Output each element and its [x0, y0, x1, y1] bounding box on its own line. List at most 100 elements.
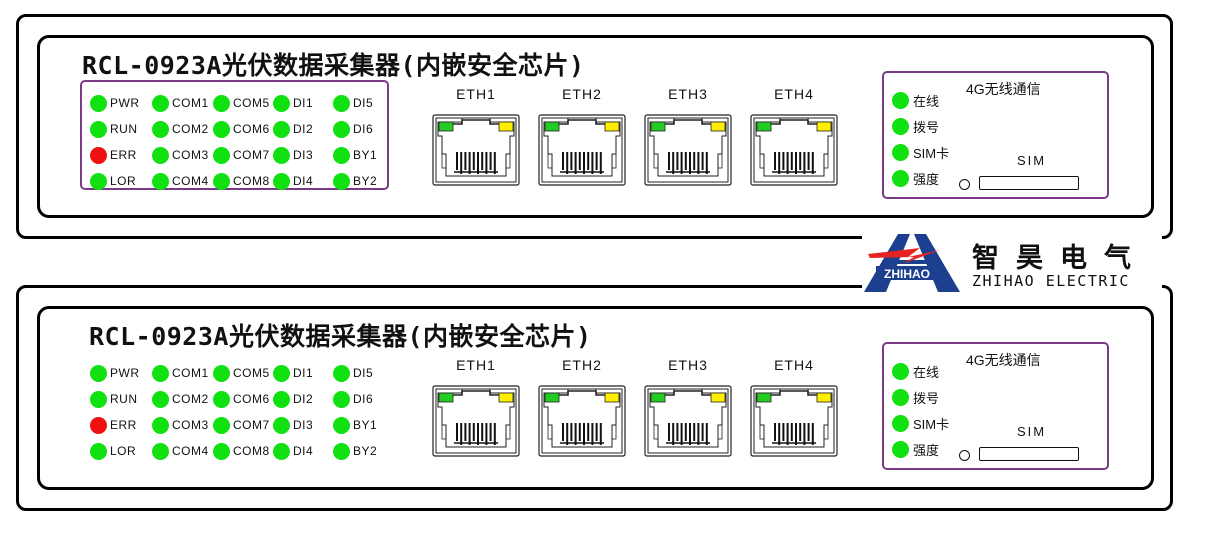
- status-led-com1: COM1: [152, 90, 213, 116]
- status-led-di1: DI1: [273, 360, 333, 386]
- led-label: LOR: [110, 444, 137, 458]
- logo-mark-text: ZHIHAO: [884, 267, 930, 281]
- status-led-di4: DI4: [273, 168, 333, 194]
- status-led-panel: PWR COM1 COM5 DI1 DI5 RUN COM2 COM6 DI2 DI6 ERR COM…: [80, 80, 389, 190]
- led-label: COM1: [172, 96, 209, 110]
- led-label: COM4: [172, 444, 209, 458]
- led-indicator-icon: [273, 94, 290, 112]
- led-indicator-icon: [273, 364, 290, 382]
- status-led-di4: DI4: [273, 438, 333, 464]
- ethernet-port-label: ETH2: [562, 86, 602, 102]
- wireless-led-item: 拨号: [892, 384, 949, 410]
- led-indicator-icon: [892, 117, 909, 135]
- led-indicator-icon: [273, 390, 290, 408]
- led-label: RUN: [110, 122, 138, 136]
- wireless-led-label: 在线: [913, 93, 940, 109]
- status-led-com3: COM3: [152, 142, 213, 168]
- led-indicator-icon: [152, 390, 169, 408]
- led-label: BY2: [353, 174, 378, 188]
- led-indicator-icon: [892, 414, 909, 432]
- rj45-jack-icon: [538, 114, 626, 186]
- sim-label: SIM: [1017, 424, 1047, 439]
- ethernet-port-eth2: ETH2: [537, 357, 627, 457]
- wireless-led-item: 强度: [892, 165, 949, 191]
- sim-card-slot: [979, 447, 1079, 461]
- wireless-led-label: 强度: [913, 171, 940, 187]
- led-label: COM4: [172, 174, 209, 188]
- status-led-com5: COM5: [213, 90, 273, 116]
- ethernet-port-eth4: ETH4: [749, 86, 839, 186]
- status-led-com4: COM4: [152, 438, 213, 464]
- led-indicator-icon: [152, 172, 169, 190]
- led-label: ERR: [110, 418, 137, 432]
- led-indicator-icon: [90, 442, 107, 460]
- led-indicator-icon: [90, 416, 107, 434]
- led-indicator-icon: [213, 120, 230, 138]
- rj45-jack-icon: [432, 385, 520, 457]
- led-label: DI4: [293, 174, 314, 188]
- status-led-com5: COM5: [213, 360, 273, 386]
- status-led-com7: COM7: [213, 142, 273, 168]
- ethernet-port-label: ETH3: [668, 357, 708, 373]
- led-indicator-icon: [90, 390, 107, 408]
- status-led-di2: DI2: [273, 116, 333, 142]
- status-led-com4: COM4: [152, 168, 213, 194]
- wireless-led-label: SIM卡: [913, 416, 950, 432]
- wireless-led-label: SIM卡: [913, 145, 950, 161]
- status-led-by1: BY1: [333, 142, 393, 168]
- led-indicator-icon: [152, 94, 169, 112]
- led-indicator-icon: [333, 94, 350, 112]
- led-label: COM1: [172, 366, 209, 380]
- led-label: PWR: [110, 366, 140, 380]
- led-indicator-icon: [90, 120, 107, 138]
- status-led-di5: DI5: [333, 90, 393, 116]
- ethernet-port-label: ETH1: [456, 357, 496, 373]
- wireless-led-item: SIM卡: [892, 139, 949, 165]
- status-led-by2: BY2: [333, 438, 393, 464]
- led-label: DI2: [293, 392, 314, 406]
- led-indicator-icon: [90, 94, 107, 112]
- wireless-title: 4G无线通信: [966, 352, 1041, 368]
- led-label: COM5: [233, 96, 270, 110]
- ethernet-port-eth3: ETH3: [643, 357, 733, 457]
- status-led-lor: LOR: [90, 438, 152, 464]
- led-label: DI1: [293, 366, 314, 380]
- led-indicator-icon: [213, 94, 230, 112]
- led-label: COM2: [172, 122, 209, 136]
- status-led-by1: BY1: [333, 412, 393, 438]
- wireless-led-item: 在线: [892, 358, 949, 384]
- led-label: BY2: [353, 444, 378, 458]
- status-led-com2: COM2: [152, 386, 213, 412]
- status-led-grid: PWR COM1 COM5 DI1 DI5 RUN COM2 COM6 DI2 DI6 ERR COM…: [90, 360, 393, 464]
- status-led-lor: LOR: [90, 168, 152, 194]
- rj45-jack-icon: [538, 385, 626, 457]
- status-led-com6: COM6: [213, 116, 273, 142]
- company-logo: ZHIHAO 智昊电气 ZHIHAO ELECTRIC: [862, 230, 1162, 292]
- status-led-di3: DI3: [273, 412, 333, 438]
- status-led-com8: COM8: [213, 168, 273, 194]
- led-label: DI5: [353, 96, 374, 110]
- led-label: COM6: [233, 122, 270, 136]
- led-indicator-icon: [892, 91, 909, 109]
- ethernet-port-label: ETH3: [668, 86, 708, 102]
- wireless-led-item: SIM卡: [892, 410, 949, 436]
- led-indicator-icon: [273, 120, 290, 138]
- led-label: COM3: [172, 148, 209, 162]
- led-indicator-icon: [892, 440, 909, 458]
- status-led-di6: DI6: [333, 386, 393, 412]
- status-led-err: ERR: [90, 412, 152, 438]
- led-label: COM3: [172, 418, 209, 432]
- led-indicator-icon: [273, 146, 290, 164]
- led-indicator-icon: [90, 364, 107, 382]
- status-led-com6: COM6: [213, 386, 273, 412]
- led-indicator-icon: [892, 169, 909, 187]
- status-led-di6: DI6: [333, 116, 393, 142]
- status-led-panel: PWR COM1 COM5 DI1 DI5 RUN COM2 COM6 DI2 DI6 ERR COM…: [80, 350, 389, 460]
- device-title: RCL-0923A光伏数据采集器(内嵌安全芯片): [82, 51, 585, 80]
- led-indicator-icon: [213, 364, 230, 382]
- led-label: DI6: [353, 122, 374, 136]
- sim-label: SIM: [1017, 153, 1047, 168]
- led-indicator-icon: [333, 146, 350, 164]
- rj45-jack-icon: [750, 114, 838, 186]
- led-label: COM7: [233, 148, 270, 162]
